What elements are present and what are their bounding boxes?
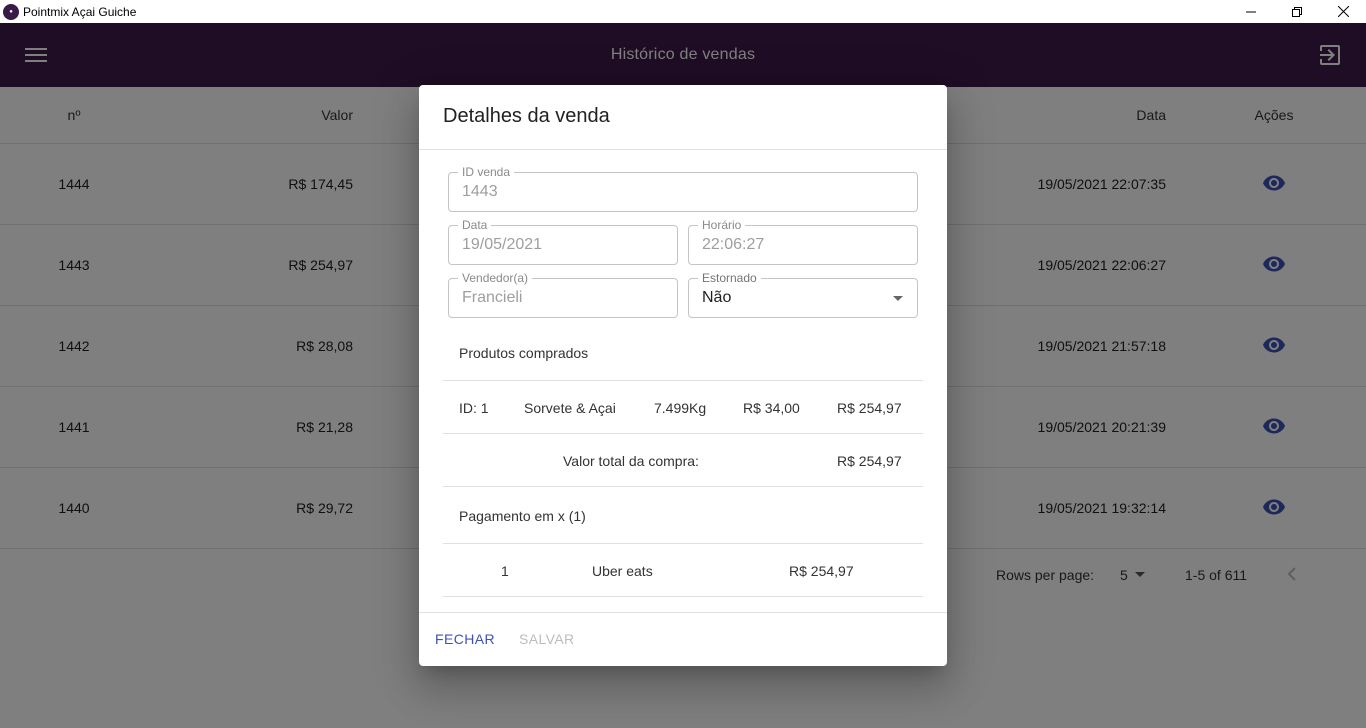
divider: [443, 486, 923, 487]
seller-label: Vendedor(a): [458, 271, 533, 285]
time-field[interactable]: Horário 22:06:27: [688, 218, 918, 265]
sale-id-label: ID venda: [458, 165, 515, 179]
seller-field[interactable]: Vendedor(a) Francieli: [448, 271, 678, 318]
minimize-button[interactable]: [1228, 0, 1274, 23]
product-total: R$ 254,97: [837, 400, 902, 416]
date-value: 19/05/2021: [462, 236, 543, 253]
dialog-title: Detalhes da venda: [443, 105, 610, 127]
minimize-icon: [1246, 11, 1256, 12]
product-unit-price: R$ 34,00: [743, 400, 800, 416]
restore-button[interactable]: [1274, 0, 1320, 23]
refunded-select[interactable]: Estornado Não: [688, 271, 918, 318]
total-label: Valor total da compra:: [563, 453, 699, 469]
seller-value: Francieli: [462, 289, 523, 306]
close-window-button[interactable]: [1320, 0, 1366, 23]
divider: [443, 380, 923, 381]
divider: [419, 612, 947, 613]
close-button[interactable]: FECHAR: [435, 631, 495, 647]
close-icon: [1337, 6, 1349, 17]
sale-id-field[interactable]: ID venda 1443: [448, 165, 918, 212]
sale-id-value: 1443: [462, 183, 498, 200]
divider: [443, 433, 923, 434]
divider: [419, 149, 947, 150]
divider: [443, 596, 923, 597]
restore-icon: [1292, 6, 1302, 17]
window-titlebar: ● Pointmix Açai Guiche: [0, 0, 1366, 23]
time-value: 22:06:27: [702, 236, 765, 253]
refunded-value: Não: [702, 289, 732, 306]
payment-index: 1: [501, 563, 509, 579]
payment-amount: R$ 254,97: [789, 563, 854, 579]
product-name: Sorvete & Açai: [524, 400, 616, 416]
sale-details-dialog: Detalhes da venda ID venda 1443 Data 19/…: [419, 85, 947, 666]
chevron-down-icon: [893, 296, 903, 301]
date-label: Data: [458, 218, 492, 232]
time-label: Horário: [698, 218, 746, 232]
date-field[interactable]: Data 19/05/2021: [448, 218, 678, 265]
app-logo-icon: ●: [3, 3, 19, 20]
product-weight: 7.499Kg: [654, 400, 707, 416]
window-title: Pointmix Açai Guiche: [23, 4, 137, 19]
payment-method: Uber eats: [592, 563, 653, 579]
divider: [443, 543, 923, 544]
product-id: ID: 1: [459, 400, 489, 416]
save-button[interactable]: SALVAR: [519, 631, 575, 647]
products-section-label: Produtos comprados: [459, 345, 589, 361]
total-value: R$ 254,97: [837, 453, 902, 469]
payment-section-label: Pagamento em x (1): [459, 508, 586, 524]
refunded-label: Estornado: [698, 271, 761, 285]
